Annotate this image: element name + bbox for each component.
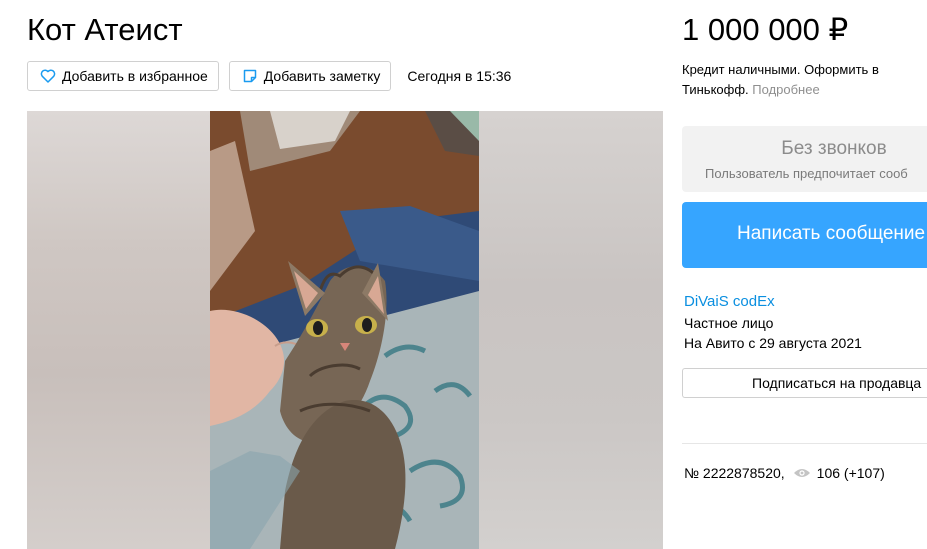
add-to-favorites-button[interactable]: Добавить в избранное — [27, 61, 219, 91]
add-to-favorites-label: Добавить в избранное — [62, 68, 208, 84]
photo-gallery[interactable] — [27, 111, 663, 549]
subscribe-seller-button[interactable]: Подписаться на продавца — [682, 368, 927, 398]
add-note-button[interactable]: Добавить заметку — [228, 61, 392, 91]
seller-name-link[interactable]: DiVaiS codEx — [684, 293, 775, 310]
add-note-label: Добавить заметку — [263, 68, 381, 84]
no-calls-subtitle: Пользователь предпочитает сооб — [705, 166, 908, 181]
heart-icon — [40, 68, 56, 84]
price: 1 000 000 ₽ — [682, 12, 849, 47]
credit-more-link[interactable]: Подробнее — [752, 82, 819, 97]
write-message-button[interactable]: Написать сообщение — [682, 202, 927, 268]
listing-number: № 2222878520, — [684, 465, 785, 481]
note-icon — [242, 68, 258, 84]
listing-meta: № 2222878520, 106 (+107) — [684, 465, 885, 481]
write-message-label: Написать сообщение — [737, 223, 926, 244]
cat-photo[interactable] — [210, 111, 479, 549]
listing-title: Кот Атеист — [27, 12, 183, 47]
views-count: 106 (+107) — [816, 465, 885, 481]
eye-icon — [793, 467, 811, 479]
gallery-blur-left — [27, 111, 210, 549]
credit-offer: Кредит наличными. Оформить в Тинькофф. П… — [682, 60, 922, 100]
no-calls-notice: Без звонков Пользователь предпочитает со… — [682, 126, 927, 192]
seller-since: На Авито с 29 августа 2021 — [684, 335, 862, 351]
listing-date: Сегодня в 15:36 — [407, 68, 512, 84]
subscribe-seller-label: Подписаться на продавца — [752, 375, 922, 391]
no-calls-title: Без звонков — [781, 138, 887, 159]
listing-actions: Добавить в избранное Добавить заметку Се… — [27, 61, 511, 91]
divider — [682, 443, 927, 444]
gallery-blur-right — [479, 111, 663, 549]
seller-type: Частное лицо — [684, 315, 774, 331]
